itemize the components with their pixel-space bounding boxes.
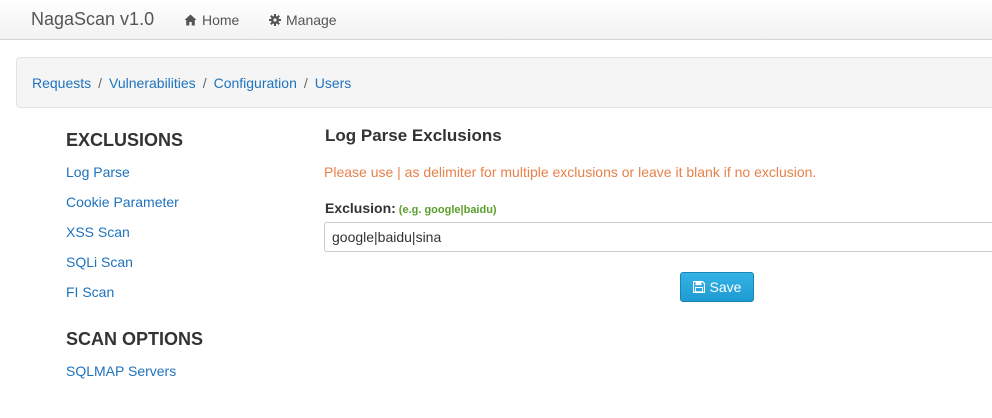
breadcrumb: Requests / Vulnerabilities / Configurati… [16,57,992,108]
brand-title[interactable]: NagaScan v1.0 [31,9,154,30]
nav-manage[interactable]: Manage [269,12,337,28]
sidebar-heading-exclusions: EXCLUSIONS [66,130,184,150]
breadcrumb-vulnerabilities[interactable]: Vulnerabilities [109,75,196,91]
home-icon [184,14,197,26]
floppy-disk-icon [692,281,705,293]
save-button[interactable]: Save [680,272,754,302]
sidebar-item-xss-scan[interactable]: XSS Scan [66,224,130,240]
exclusion-hint: (e.g. google|baidu) [398,204,497,216]
breadcrumb-requests[interactable]: Requests [32,75,91,91]
breadcrumb-configuration[interactable]: Configuration [214,75,297,91]
gear-icon [269,14,281,26]
exclusion-label: Exclusion: [325,200,396,216]
sidebar-item-sqlmap-servers[interactable]: SQLMAP Servers [66,363,176,379]
breadcrumb-separator: / [98,74,103,91]
breadcrumb-separator: / [202,74,207,91]
page-title: Log Parse Exclusions [325,126,502,145]
top-navbar: NagaScan v1.0 Home Manage [0,0,992,40]
save-button-label: Save [709,279,742,295]
exclusion-input[interactable] [324,222,992,252]
sidebar-item-sqli-scan[interactable]: SQLi Scan [66,254,133,270]
sidebar-item-cookie-parameter[interactable]: Cookie Parameter [66,194,179,210]
sidebar-heading-scan-options: SCAN OPTIONS [66,329,204,349]
nav-manage-label: Manage [286,12,337,28]
delimiter-notice: Please use | as delimiter for multiple e… [324,164,817,180]
breadcrumb-users[interactable]: Users [315,75,352,91]
sidebar-item-fi-scan[interactable]: FI Scan [66,284,114,300]
sidebar-item-log-parse[interactable]: Log Parse [66,164,130,180]
nav-home-label: Home [202,12,240,28]
breadcrumb-separator: / [303,74,308,91]
exclusion-label-row: Exclusion: (e.g. google|baidu) [325,200,497,216]
nav-home[interactable]: Home [184,12,239,28]
